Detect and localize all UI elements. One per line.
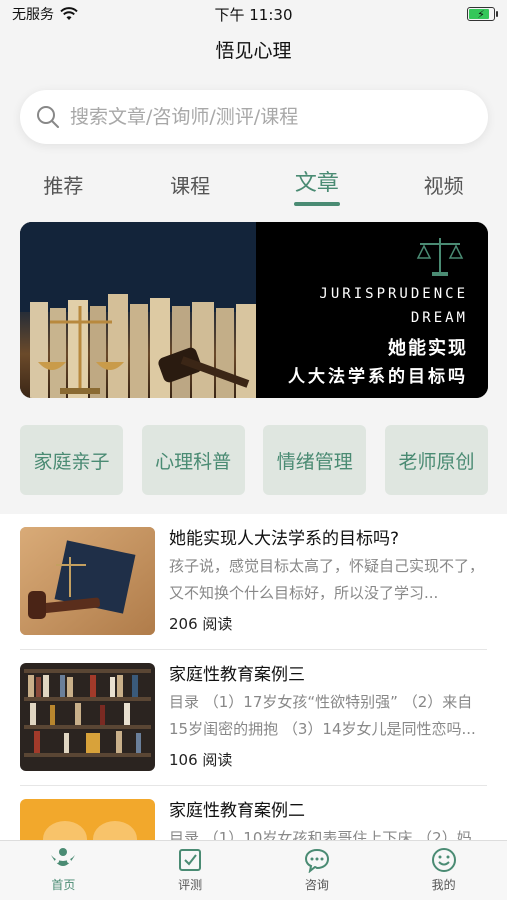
status-bar: 无服务 下午 11:30 ⚡ (0, 0, 507, 28)
category-family[interactable]: 家庭亲子 (20, 425, 123, 495)
chat-bubble-icon (304, 848, 329, 873)
scales-icon (416, 238, 464, 276)
tabbar-evaluation[interactable]: 评测 (127, 841, 254, 900)
list-item[interactable]: 她能实现人大法学系的目标吗? 孩子说，感觉目标太高了，怀疑自己实现不了，又不知换… (20, 514, 487, 650)
article-info: 家庭性教育案例三 目录 （1）17岁女孩“性欲特别强” （2）来自15岁闺密的拥… (169, 663, 487, 785)
smiley-icon (431, 848, 456, 872)
category-psych-science[interactable]: 心理科普 (141, 425, 245, 495)
tab-recommend[interactable]: 推荐 (0, 160, 127, 210)
banner[interactable]: JURISPRUDENCE DREAM 她能实现 人大法学系的目标吗 (20, 222, 488, 398)
article-desc: 目录 （1）10岁女孩和表哥住上下床 （2）妈 (169, 829, 472, 840)
article-list: 她能实现人大法学系的目标吗? 孩子说，感觉目标太高了，怀疑自己实现不了，又不知换… (0, 514, 507, 840)
tabbar-label: 我的 (431, 878, 456, 892)
list-item[interactable]: 家庭性教育案例二 目录 （1）10岁女孩和表哥住上下床 （2）妈 (20, 786, 487, 840)
list-item[interactable]: 家庭性教育案例三 目录 （1）17岁女孩“性欲特别强” （2）来自15岁闺密的拥… (20, 650, 487, 786)
article-info: 家庭性教育案例二 目录 （1）10岁女孩和表哥住上下床 （2）妈 (169, 799, 487, 840)
tabbar-label: 评测 (178, 878, 203, 892)
search-icon (37, 106, 59, 128)
article-title: 她能实现人大法学系的目标吗? (169, 529, 400, 549)
tabbar-profile[interactable]: 我的 (380, 841, 507, 900)
category-teacher-original[interactable]: 老师原创 (384, 425, 488, 495)
banner-image (20, 222, 256, 398)
category-emotion[interactable]: 情绪管理 (263, 425, 367, 495)
home-logo-icon (51, 848, 76, 866)
banner-cn-line2: 人大法学系的目标吗 (288, 367, 468, 387)
content-tabs: 推荐 课程 文章 视频 (0, 160, 507, 210)
article-thumbnail (20, 799, 155, 840)
search-bar[interactable] (20, 90, 488, 144)
tabbar-consult[interactable]: 咨询 (254, 841, 381, 900)
tabbar-home[interactable]: 首页 (0, 841, 127, 900)
page-title: 悟见心理 (215, 40, 292, 62)
article-title: 家庭性教育案例二 (169, 801, 305, 821)
article-title: 家庭性教育案例三 (169, 665, 305, 685)
tab-courses[interactable]: 课程 (127, 160, 254, 210)
tabbar-label: 首页 (51, 878, 76, 892)
search-input[interactable] (70, 106, 470, 128)
tab-articles[interactable]: 文章 (254, 160, 381, 210)
article-thumbnail (20, 527, 155, 635)
tab-videos[interactable]: 视频 (380, 160, 507, 210)
tabbar-label: 咨询 (304, 878, 329, 892)
status-time: 下午 11:30 (214, 5, 293, 24)
banner-en-line1: JURISPRUDENCE (319, 286, 468, 302)
law-books-gavel-illustration (20, 222, 256, 398)
article-info: 她能实现人大法学系的目标吗? 孩子说，感觉目标太高了，怀疑自己实现不了，又不知换… (169, 527, 487, 649)
banner-cn-line1: 她能实现 (388, 338, 468, 359)
banner-en-line2: DREAM (410, 310, 468, 326)
bottom-tab-bar: 首页 评测 咨询 我的 (0, 840, 507, 900)
article-desc: 目录 （1）17岁女孩“性欲特别强” （2）来自15岁闺密的拥抱 （3）14岁女… (169, 693, 476, 738)
article-thumbnail (20, 663, 155, 771)
checkbox-icon (179, 849, 202, 871)
banner-text-panel: JURISPRUDENCE DREAM 她能实现 人大法学系的目标吗 (256, 222, 488, 398)
article-reads: 106 阅读 (169, 751, 233, 769)
article-reads: 206 阅读 (169, 615, 233, 633)
battery-icon: ⚡ (467, 7, 498, 21)
article-desc: 孩子说，感觉目标太高了，怀疑自己实现不了，又不知换个什么目标好，所以没了学习..… (169, 557, 485, 602)
category-row: 家庭亲子 心理科普 情绪管理 老师原创 (20, 425, 488, 495)
